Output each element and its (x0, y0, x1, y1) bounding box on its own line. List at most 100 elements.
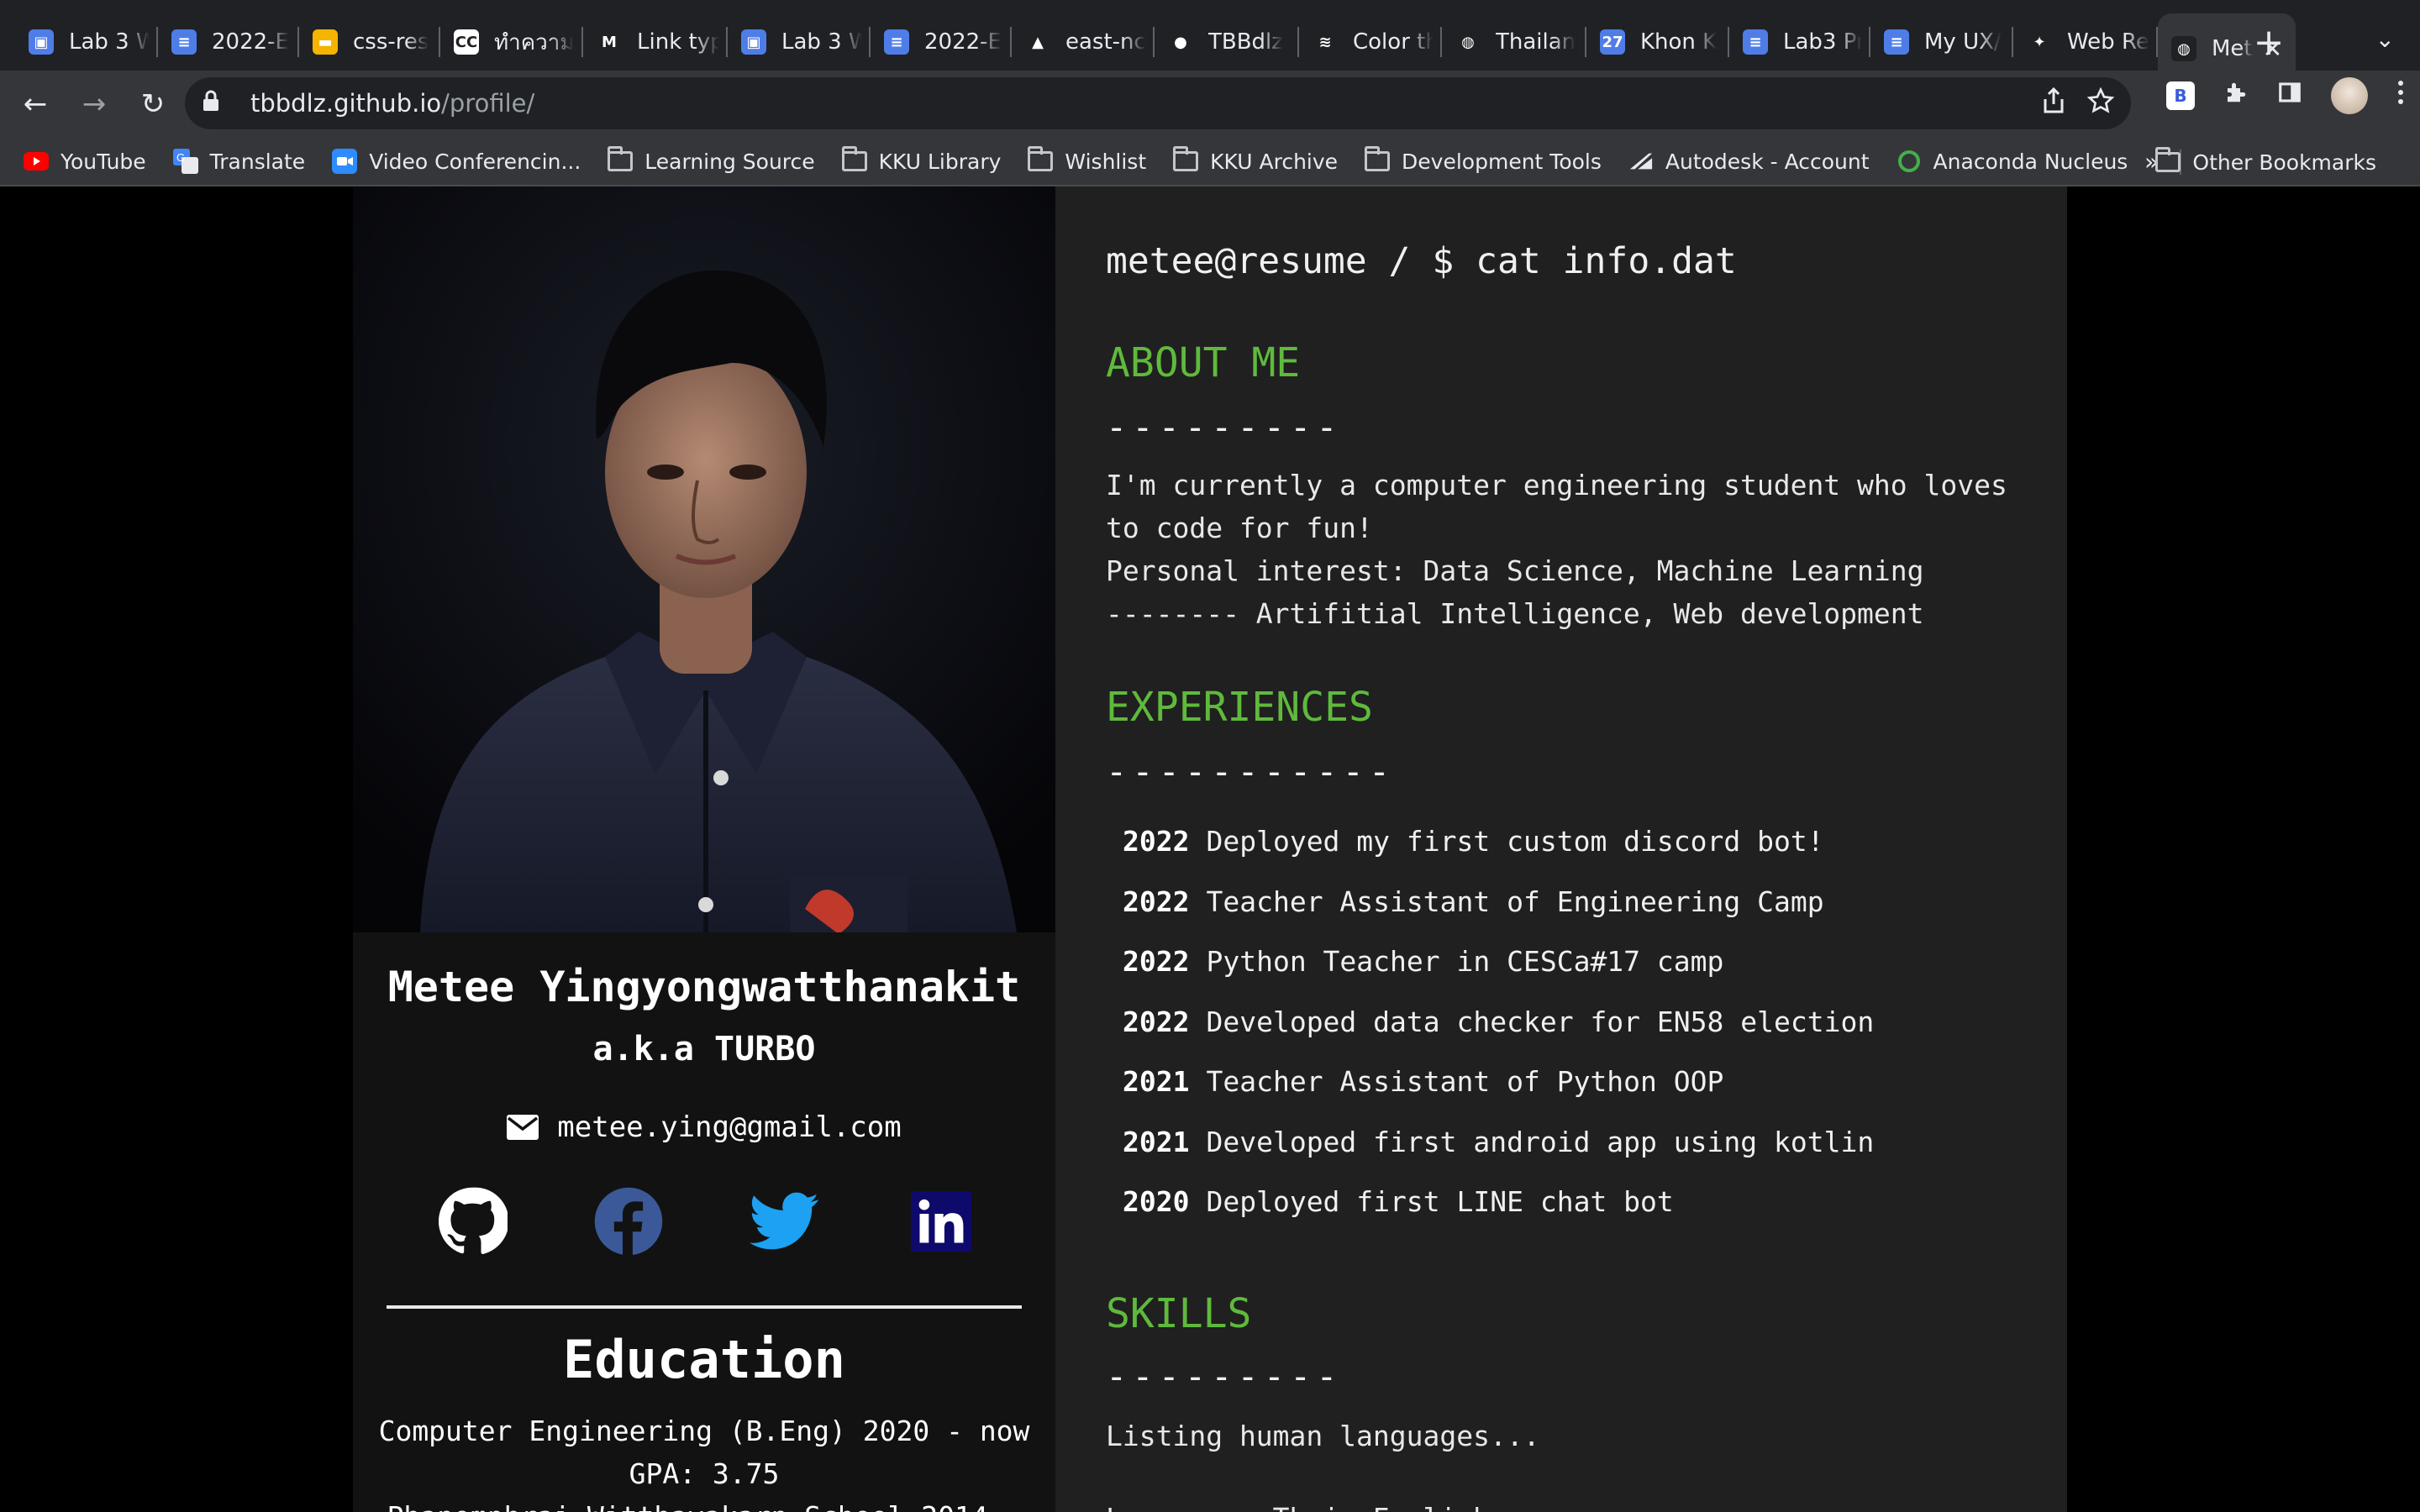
tab-favicon-icon: ▲ (1025, 29, 1050, 55)
experience-item: 2021 Teacher Assistant of Python OOP (1123, 1065, 1874, 1126)
bookmark-item[interactable]: KKU Archive (1173, 146, 1339, 174)
svg-text:G: G (176, 151, 185, 164)
extension-b-icon[interactable]: B (2166, 81, 2195, 110)
bookmark-star-icon[interactable] (2086, 87, 2115, 121)
tab-title: Thailan (1496, 29, 1576, 55)
about-heading: ABOUT ME (1106, 339, 1301, 386)
tab-title: My UX/ (1924, 29, 2002, 55)
tab-favicon-icon: ● (1168, 29, 1193, 55)
side-panel-icon[interactable] (2277, 80, 2302, 112)
tab-title: 2022-E (924, 29, 1002, 55)
twitter-icon[interactable] (750, 1186, 820, 1257)
tab-favicon-icon: ✦ (2027, 29, 2052, 55)
tab-title: css-res (353, 29, 429, 55)
tab-favicon-icon: ≋ (1313, 29, 1338, 55)
bookmark-label: Translate (209, 149, 306, 174)
experience-text: Teacher Assistant of Python OOP (1206, 1065, 1724, 1098)
tab-favicon-icon: ≡ (1884, 29, 1909, 55)
extensions-puzzle-icon[interactable] (2223, 80, 2249, 112)
social-links (437, 1186, 971, 1262)
bookmark-item[interactable]: Development Tools (1365, 146, 1602, 174)
github-icon[interactable] (437, 1186, 508, 1257)
tab-title: east-nc (1065, 29, 1146, 55)
bookmark-item[interactable]: G Translate (172, 149, 306, 174)
tab-title: Link typ (637, 29, 719, 55)
education-line-school: Phanomphrai Witthayakarn School 2014 - 2… (353, 1500, 1055, 1512)
tab-title: Khon K (1640, 29, 1718, 55)
bookmark-item[interactable]: Wishlist (1028, 146, 1146, 174)
tab-favicon-icon: ▣ (29, 29, 54, 55)
experience-item: 2022 Deployed my first custom discord bot… (1123, 825, 1874, 885)
experience-text: Deployed my first custom discord bot! (1206, 825, 1824, 858)
experience-text: Teacher Assistant of Engineering Camp (1206, 885, 1824, 918)
anaconda-icon (1897, 149, 1922, 174)
folder-icon (1028, 146, 1054, 174)
address-bar[interactable]: tbbdlz.github.io/profile/ (185, 77, 2131, 129)
experience-text: Deployed first LINE chat bot (1206, 1185, 1674, 1218)
tab-favicon-icon: ≡ (1743, 29, 1768, 55)
skills-underline: --------- (1106, 1356, 1343, 1397)
experience-year: 2022 (1123, 825, 1190, 858)
bookmark-label: Autodesk - Account (1665, 149, 1870, 174)
folder-icon (841, 146, 867, 174)
video-icon (332, 149, 358, 174)
tab-title: ทำความ (494, 29, 575, 55)
bookmark-item[interactable]: Anaconda Nucleus (1897, 149, 2128, 174)
folder-icon (2155, 147, 2181, 175)
facebook-icon[interactable] (593, 1186, 664, 1257)
linkedin-icon[interactable] (906, 1186, 976, 1257)
folder-icon (1365, 146, 1391, 174)
back-button[interactable]: ← (12, 81, 59, 128)
tab-favicon-icon: ≡ (884, 29, 909, 55)
autodesk-icon (1628, 149, 1654, 174)
tab-favicon-icon: ◍ (1455, 29, 1481, 55)
tab-title: TBBdlz (1208, 29, 1283, 55)
tab-title: Web Re (2067, 29, 2149, 55)
terminal-prompt: metee@resume / $ cat info.dat (1106, 240, 1737, 282)
education-title: Education (563, 1329, 845, 1390)
skills-heading: SKILLS (1106, 1290, 1252, 1337)
tab-title: Color th (1353, 29, 1434, 55)
tab-favicon-icon: M (597, 29, 622, 55)
profile-photo (353, 186, 1055, 932)
forward-button[interactable]: → (71, 81, 118, 128)
lock-icon[interactable] (202, 90, 232, 117)
folder-icon (1173, 146, 1199, 174)
skills-intro: Listing human languages... (1106, 1420, 1540, 1452)
bookmark-item[interactable]: Video Conferencin... (332, 149, 581, 174)
education-line-degree: Computer Engineering (B.Eng) 2020 - now (378, 1415, 1030, 1447)
bookmark-item[interactable]: Autodesk - Account (1628, 149, 1870, 174)
resume-terminal: metee@resume / $ cat info.dat ABOUT ME -… (1055, 186, 2067, 1512)
profile-alias: a.k.a TURBO (592, 1030, 816, 1068)
experience-year: 2021 (1123, 1125, 1190, 1158)
tab-search-icon[interactable]: ⌄ (2375, 25, 2395, 53)
other-bookmarks-folder[interactable]: Other Bookmarks (2155, 138, 2376, 186)
menu-kebab-icon[interactable] (2396, 79, 2405, 113)
tab-title: Lab 3 W (69, 29, 150, 55)
bookmark-item[interactable]: YouTube (24, 149, 146, 174)
new-tab-button[interactable]: + (2244, 17, 2294, 67)
reload-button[interactable]: ↻ (129, 81, 176, 128)
browser-toolbar: ← → ↻ tbbdlz.github.io/profile/ B (0, 71, 2420, 138)
email-link[interactable]: metee.ying@gmail.com (557, 1110, 901, 1144)
tab-title: Lab 3 W (781, 29, 862, 55)
experience-year: 2022 (1123, 1005, 1190, 1038)
bookmark-label: KKU Archive (1210, 149, 1339, 174)
tab-favicon-icon: 27 (1600, 29, 1625, 55)
bookmark-label: Learning Source (644, 149, 815, 174)
experiences-underline: ----------- (1106, 751, 1396, 792)
experience-item: 2021 Developed first android app using ko… (1123, 1126, 1874, 1186)
translate-icon: G (172, 149, 198, 174)
bookmarks-bar: YouTube G Translate Video Conferencin... Lea… (0, 138, 2420, 186)
profile-avatar[interactable] (2331, 77, 2368, 114)
profile-sidebar: Metee Yingyongwatthanakit a.k.a TURBO me… (353, 186, 1055, 1512)
tab-title: Lab3 Pr (1783, 29, 1862, 55)
bookmark-item[interactable]: KKU Library (841, 146, 1001, 174)
experience-text: Python Teacher in CESCa#17 camp (1206, 945, 1724, 978)
share-icon[interactable] (2042, 87, 2065, 121)
experience-year: 2020 (1123, 1185, 1190, 1218)
tab-favicon-icon: ◍ (2171, 36, 2196, 61)
experience-item: 2022 Teacher Assistant of Engineering Cam… (1123, 885, 1874, 946)
bookmark-item[interactable]: Learning Source (608, 146, 815, 174)
email-row: metee.ying@gmail.com (353, 1110, 1055, 1144)
